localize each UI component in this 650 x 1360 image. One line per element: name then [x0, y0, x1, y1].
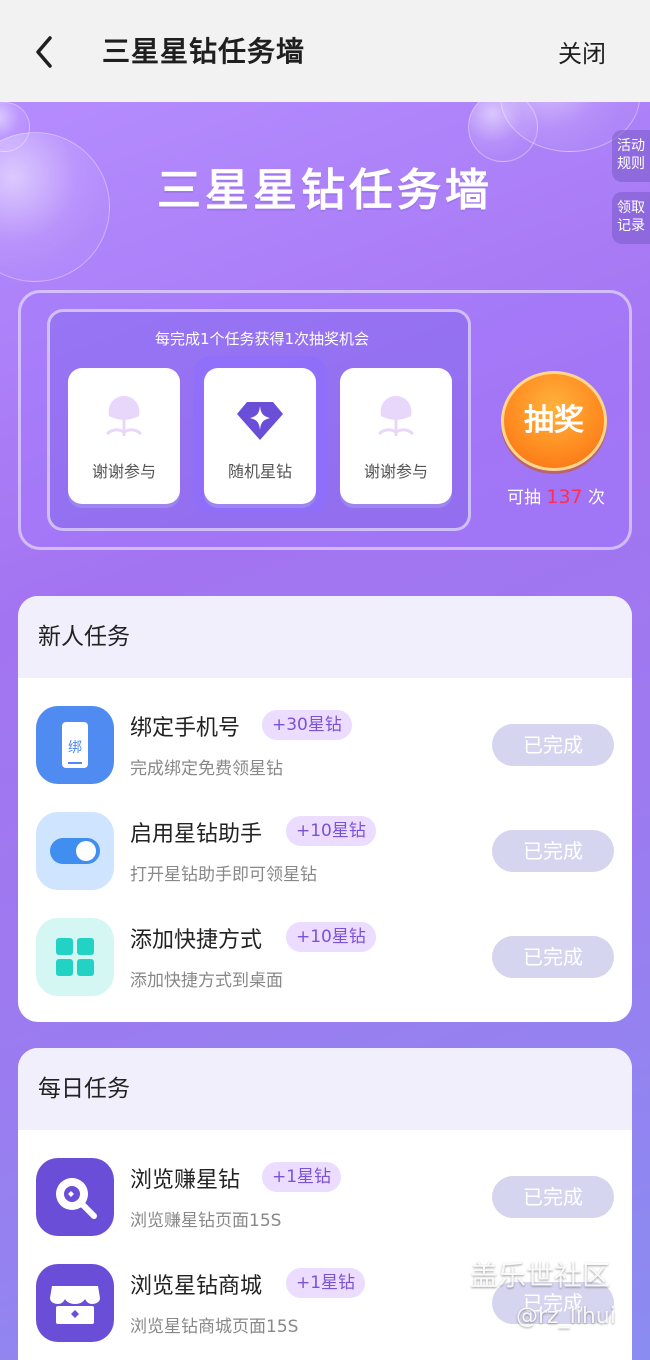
sprout-icon [377, 396, 415, 436]
prize-card: 谢谢参与 [340, 368, 452, 504]
draw-count-prefix: 可抽 [506, 488, 541, 508]
task-title: 启用星钻助手 [130, 822, 263, 847]
prize-label: 谢谢参与 [363, 462, 428, 481]
draw-count-number: 137 [546, 486, 583, 508]
card-header: 新人任务 [18, 596, 632, 678]
reward-badge: +10星钻 [286, 816, 376, 846]
phone-bind-icon: 绑 [36, 706, 114, 784]
task-row: 启用星钻助手 +10星钻 打开星钻助手即可领星钻 已完成 [18, 802, 632, 902]
top-nav-bar: 三星星钻任务墙 关闭 [0, 0, 650, 102]
grid-icon [36, 918, 114, 996]
page-title: 三星星钻任务墙 [102, 35, 306, 68]
task-title: 添加快捷方式 [130, 928, 263, 953]
sprout-icon [105, 396, 143, 436]
prize-label: 谢谢参与 [91, 462, 156, 481]
task-wall-stage: 活动 规则 领取 记录 三星星钻任务墙 每完成1个任务获得1次抽奖机会 谢谢参与 [0, 102, 650, 1360]
task-title: 浏览赚星钻 [130, 1168, 241, 1193]
watermark-user: @rz_lihui [516, 1304, 616, 1329]
toggle-icon [36, 812, 114, 890]
draw-count-suffix: 次 [588, 488, 606, 508]
reward-badge: +1星钻 [286, 1268, 366, 1298]
browse-search-icon [36, 1158, 114, 1236]
task-title: 浏览星钻商城 [130, 1274, 263, 1299]
task-title: 绑定手机号 [130, 716, 241, 741]
chevron-left-icon[interactable] [28, 32, 64, 72]
completed-button[interactable]: 已完成 [492, 936, 614, 978]
reward-badge: +1星钻 [262, 1162, 342, 1192]
task-row: 绑 绑定手机号 +30星钻 完成绑定免费领星钻 已完成 [18, 696, 632, 796]
hero-title: 三星星钻任务墙 [157, 165, 493, 216]
task-row: 浏览赚星钻 +1星钻 浏览赚星钻页面15S 已完成 [18, 1148, 632, 1248]
lottery-panel: 每完成1个任务获得1次抽奖机会 谢谢参与 随机星钻 谢谢参与 抽奖 可抽 137… [18, 290, 632, 550]
watermark: 盖乐世社区 [470, 1259, 611, 1292]
draw-button[interactable]: 抽奖 [501, 371, 607, 471]
prize-card: 谢谢参与 [68, 368, 180, 504]
svg-text:绑: 绑 [68, 740, 82, 756]
task-desc: 浏览星钻商城页面15S [130, 1317, 299, 1337]
completed-button[interactable]: 已完成 [492, 724, 614, 766]
draw-count: 可抽 137 次 [491, 483, 621, 508]
close-button[interactable]: 关闭 [558, 34, 606, 69]
lottery-hint: 每完成1个任务获得1次抽奖机会 [154, 330, 370, 348]
lottery-prize-box: 每完成1个任务获得1次抽奖机会 谢谢参与 随机星钻 谢谢参与 [47, 309, 471, 531]
task-desc: 完成绑定免费领星钻 [130, 759, 283, 779]
task-desc: 浏览赚星钻页面15S [130, 1211, 282, 1231]
new-user-tasks-card: 新人任务 绑 绑定手机号 +30星钻 完成绑定免费领星钻 已完成 启用星钻助手 … [18, 596, 632, 1022]
task-desc: 打开星钻助手即可领星钻 [130, 865, 317, 885]
prize-card: 随机星钻 [204, 368, 316, 504]
prize-label: 随机星钻 [227, 462, 292, 481]
task-row: 添加快捷方式 +10星钻 添加快捷方式到桌面 已完成 [18, 908, 632, 1008]
task-desc: 添加快捷方式到桌面 [130, 971, 283, 991]
reward-badge: +10星钻 [286, 922, 376, 952]
completed-button[interactable]: 已完成 [492, 1176, 614, 1218]
reward-badge: +30星钻 [262, 710, 352, 740]
star-diamond-icon [237, 402, 283, 440]
card-header: 每日任务 [18, 1048, 632, 1130]
store-icon [36, 1264, 114, 1342]
completed-button[interactable]: 已完成 [492, 830, 614, 872]
